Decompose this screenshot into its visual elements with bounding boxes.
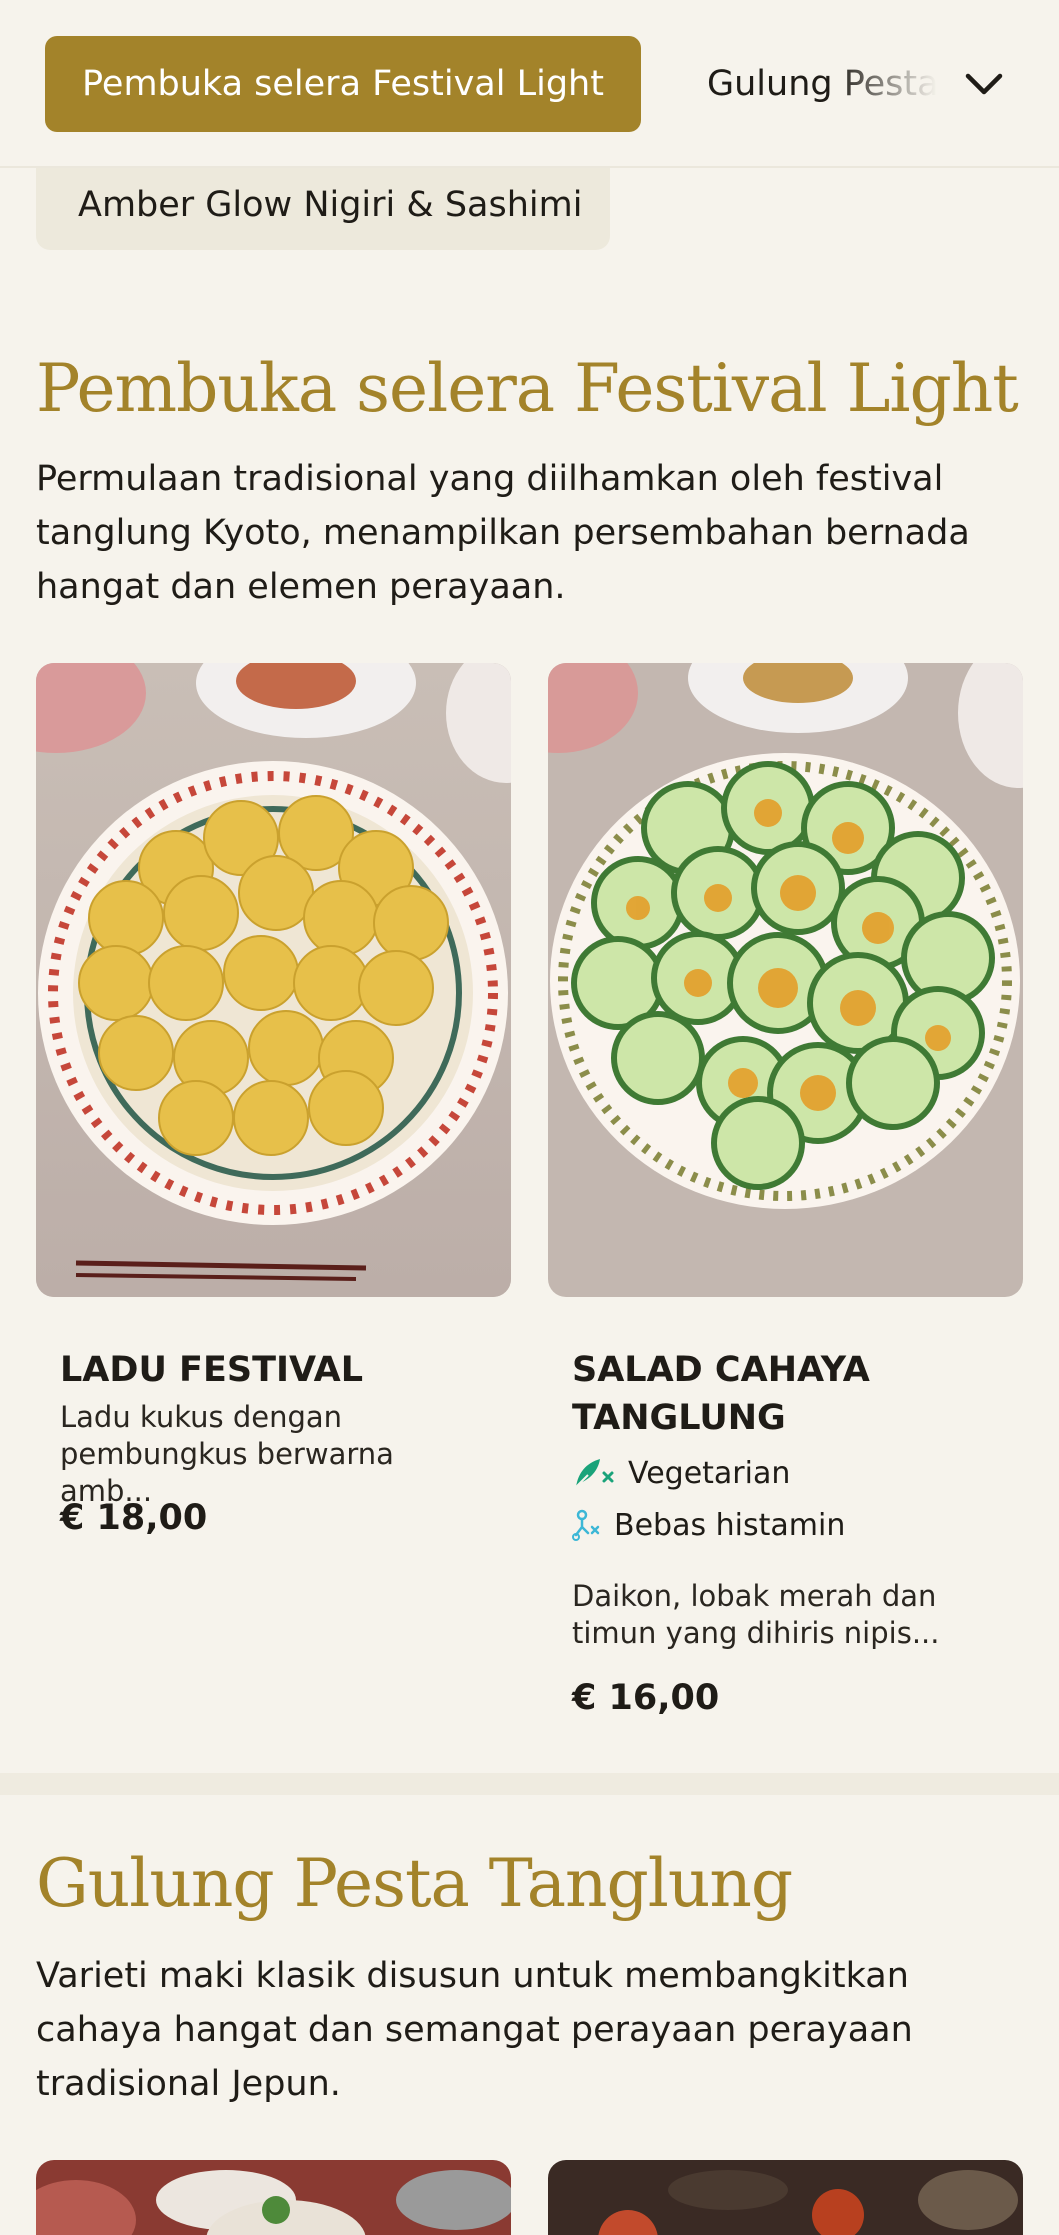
menu-item-image[interactable] bbox=[36, 2160, 511, 2235]
category-tab-label: Pembuka selera Festival Light bbox=[82, 64, 604, 104]
menu-item-price: € 18,00 bbox=[60, 1498, 208, 1538]
maki-photo bbox=[36, 2160, 511, 2235]
category-nav-bar: Pembuka selera Festival Light Gulung Pes… bbox=[0, 0, 1059, 168]
menu-item-description: Daikon, lobak merah dan timun yang dihir… bbox=[572, 1579, 940, 1650]
section-description: Permulaan tradisional yang diilhamkan ol… bbox=[36, 459, 970, 607]
category-tab-label: Gulung Pesta Tanglung bbox=[707, 64, 937, 104]
category-tab-amber-glow[interactable]: Amber Glow Nigiri & Sashimi bbox=[36, 160, 610, 250]
menu-item-name[interactable]: LADU FESTIVAL bbox=[60, 1346, 500, 1394]
chevron-down-icon[interactable] bbox=[960, 60, 1008, 108]
menu-item-image[interactable] bbox=[548, 663, 1023, 1297]
section-title: Gulung Pesta Tanglung bbox=[36, 1845, 793, 1922]
menu-item-price: € 16,00 bbox=[572, 1678, 720, 1718]
menu-item-image[interactable] bbox=[548, 2160, 1023, 2235]
dietary-tag-histamine-free: Bebas histamin bbox=[572, 1507, 845, 1543]
category-tab-next[interactable]: Gulung Pesta Tanglung bbox=[707, 36, 937, 132]
menu-item-image[interactable] bbox=[36, 663, 511, 1297]
category-tab-active[interactable]: Pembuka selera Festival Light bbox=[45, 36, 641, 132]
dietary-tag-label: Bebas histamin bbox=[614, 1507, 846, 1543]
vegetarian-icon bbox=[575, 1459, 614, 1488]
menu-item-description: Ladu kukus dengan pembungkus berwarna am… bbox=[60, 1400, 394, 1508]
salad-photo bbox=[548, 663, 1023, 1297]
section-description: Varieti maki klasik disusun untuk memban… bbox=[36, 1956, 913, 2104]
histamine-free-icon bbox=[572, 1509, 600, 1541]
menu-item-name[interactable]: SALAD CAHAYA TANGLUNG bbox=[572, 1346, 1002, 1442]
maki-photo bbox=[548, 2160, 1023, 2235]
dietary-tag-label: Vegetarian bbox=[628, 1455, 791, 1491]
dietary-tag-vegetarian: Vegetarian bbox=[572, 1455, 790, 1491]
section-title: Pembuka selera Festival Light bbox=[36, 350, 1019, 427]
dumplings-photo bbox=[36, 663, 511, 1297]
category-tab-label: Amber Glow Nigiri & Sashimi bbox=[78, 185, 583, 225]
section-divider bbox=[0, 1773, 1059, 1795]
